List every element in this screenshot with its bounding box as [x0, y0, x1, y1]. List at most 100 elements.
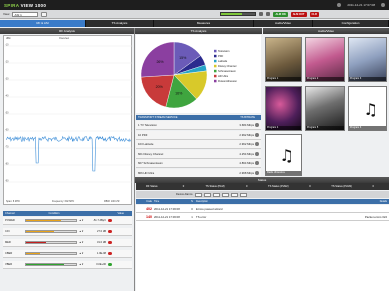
- channel-row[interactable]: VBER ▲▼ 0.0E+00: [3, 261, 132, 269]
- service-row[interactable]: 601 Disney Channel 4.254 Mbps: [136, 149, 261, 159]
- video-thumbnail[interactable]: Program 3: [348, 37, 387, 82]
- video-thumbnail[interactable]: Program 2: [305, 37, 345, 82]
- signal-progress: [220, 12, 257, 16]
- video-thumbnail[interactable]: ♫ Program 6: [348, 86, 387, 131]
- alarm-on-chip[interactable]: ALM ON: [273, 11, 288, 17]
- view-select[interactable]: ASI 1: [12, 11, 39, 17]
- settings-icon[interactable]: [381, 3, 385, 7]
- next-button[interactable]: [266, 12, 271, 16]
- title-bar: SPIRA VIEW 1000 2011-12-21 17:07:08: [0, 0, 389, 10]
- alarm-row[interactable]: 402 2011-12-21 17:06:08 0 Errore passed wiz…: [136, 205, 389, 213]
- service-info-icon[interactable]: [255, 161, 259, 165]
- help-icon[interactable]: [337, 3, 342, 7]
- tab-measures[interactable]: Measures: [154, 20, 254, 27]
- prev-button[interactable]: [259, 12, 264, 16]
- alarm-prev-button[interactable]: [212, 192, 220, 197]
- view-label: View: [3, 12, 10, 16]
- channel-row[interactable]: MER ▲▼ 31.0 dB: [3, 239, 132, 247]
- service-col: TRANSPORT STREAM SERVICE: [138, 116, 178, 119]
- spectrum-trace: [5, 135, 131, 172]
- alarm-first-button[interactable]: [203, 192, 211, 197]
- alarm-last-button[interactable]: [230, 192, 238, 197]
- service-bitrate: 4.864 Mbps: [239, 161, 254, 165]
- video-thumbnail[interactable]: Program 1: [265, 37, 302, 82]
- legend-label: PDF: [218, 54, 224, 58]
- alarm-out-chip[interactable]: ALM OUT: [290, 11, 307, 17]
- channel-name: MER: [5, 241, 11, 244]
- service-name: 806 HD Ultra: [138, 170, 155, 175]
- ts-status2-value: 0: [309, 185, 311, 188]
- rf-status-label: RF Status: [146, 185, 158, 188]
- channel-status-icon: [108, 251, 112, 256]
- video-thumbnail[interactable]: ♫ Radio Ultraonica: [265, 134, 302, 176]
- graph-x-center: Frequency: 602 MHz: [52, 200, 75, 203]
- channel-value: 31.0 dB: [97, 241, 106, 244]
- legend-swatch: [214, 69, 217, 73]
- service-name: 1 TV Television: [138, 123, 157, 127]
- service-info-icon[interactable]: [255, 132, 259, 137]
- channel-row[interactable]: CBER ▲▼ 1.0E-08: [3, 250, 132, 258]
- video-thumbnail[interactable]: Program 5: [305, 86, 345, 131]
- pie-percent-label: 16%: [175, 92, 183, 96]
- alarm-export-button[interactable]: [239, 192, 247, 197]
- service-table-header: TRANSPORT STREAM SERVICE TS BITRATE: [136, 115, 261, 120]
- legend-label: Flutesmithesson: [218, 79, 237, 83]
- video-caption: Program 4: [266, 126, 301, 130]
- pie-percent-label: 20%: [156, 85, 164, 89]
- service-row[interactable]: 10 PDF 2.992 Mbps: [136, 130, 261, 140]
- alarm-filter-button[interactable]: [194, 192, 202, 197]
- tab-rf-asi[interactable]: RF & ASI: [0, 20, 86, 27]
- video-caption: Program 3: [349, 77, 386, 81]
- refresh-button[interactable]: [41, 11, 48, 17]
- service-bitrate: 2.962 Mbps: [239, 142, 254, 146]
- legend-swatch: [214, 74, 217, 78]
- ts-status3-value: 0: [372, 185, 374, 188]
- alarm-description: Errore passed wizard: [196, 206, 223, 211]
- video-caption: Radio Ultraonica: [266, 171, 301, 175]
- channel-level-fill: [26, 253, 40, 254]
- status-row: RF Status 0 TS Status (PLM) 0 TS Status …: [136, 183, 389, 190]
- spectrum-svg: -10-20-30-40-50-60-70-80-90: [4, 44, 133, 183]
- graph-x-right: RBW: 100 kHz: [104, 200, 120, 203]
- audio-video-header: Audio/Video: [263, 28, 389, 34]
- service-name: 103 Latitude: [138, 142, 154, 146]
- service-row[interactable]: 607 Schmasoniaum 4.864 Mbps: [136, 159, 261, 168]
- service-info-icon[interactable]: [255, 151, 259, 156]
- alarm-clear-chip[interactable]: CLR: [309, 11, 319, 17]
- channel-row[interactable]: C/N ▲▼ 27.0 dB: [3, 228, 132, 236]
- tab-ts-analysis[interactable]: TS Analysis: [86, 20, 154, 27]
- legend-label: Television: [218, 49, 230, 53]
- legend-swatch: [214, 49, 217, 53]
- tab-audio-video[interactable]: Audio/Video: [254, 20, 313, 27]
- alarm-code-col: Code: [146, 200, 152, 203]
- legend-swatch: [214, 54, 217, 58]
- pie-percent-label: 26%: [156, 60, 164, 64]
- video-caption: Program 1: [266, 77, 301, 81]
- vertical-divider: [134, 28, 135, 291]
- video-caption: Program 6: [349, 126, 386, 130]
- channel-status-icon: [108, 240, 112, 245]
- tab-configuration[interactable]: Configuration: [313, 20, 389, 27]
- toolbar: View ASI 1 ALM ON ALM OUT CLR: [0, 10, 389, 19]
- spectrum-graph[interactable]: -10 -20 -30 -40 -50 -60 -70 -80 -90 dBm Overview…: [3, 35, 133, 205]
- service-info-icon[interactable]: [255, 142, 259, 146]
- video-caption: Program 5: [306, 126, 344, 130]
- legend-label: Schmasoniaum: [218, 69, 236, 73]
- service-bitrate: 2.992 Mbps: [239, 132, 254, 137]
- condition-col: Condition: [48, 212, 60, 215]
- channel-name: POWER: [5, 219, 15, 222]
- service-row[interactable]: 1 TV Television 3.684 Mbps: [136, 121, 261, 130]
- ts-analysis-header: TS Analysis: [135, 28, 262, 34]
- service-row[interactable]: 103 Latitude 2.962 Mbps: [136, 140, 261, 149]
- app-logo: SPIRA VIEW 1000: [4, 2, 47, 8]
- channel-value: 1.0E-08: [96, 252, 106, 255]
- service-info-icon[interactable]: [255, 170, 259, 175]
- alarm-num-col: N: [191, 200, 193, 203]
- channel-row[interactable]: POWER ▲▼ -51.7 dBµV: [3, 217, 132, 225]
- service-name: 607 Schmasoniaum: [138, 161, 163, 165]
- alarm-next-button[interactable]: [221, 192, 229, 197]
- video-thumbnail[interactable]: Program 4: [265, 86, 302, 131]
- tab-bar: RF & ASI TS Analysis Measures Audio/Vide…: [0, 20, 389, 27]
- service-info-icon[interactable]: [255, 123, 259, 127]
- channel-name: VBER: [5, 263, 13, 266]
